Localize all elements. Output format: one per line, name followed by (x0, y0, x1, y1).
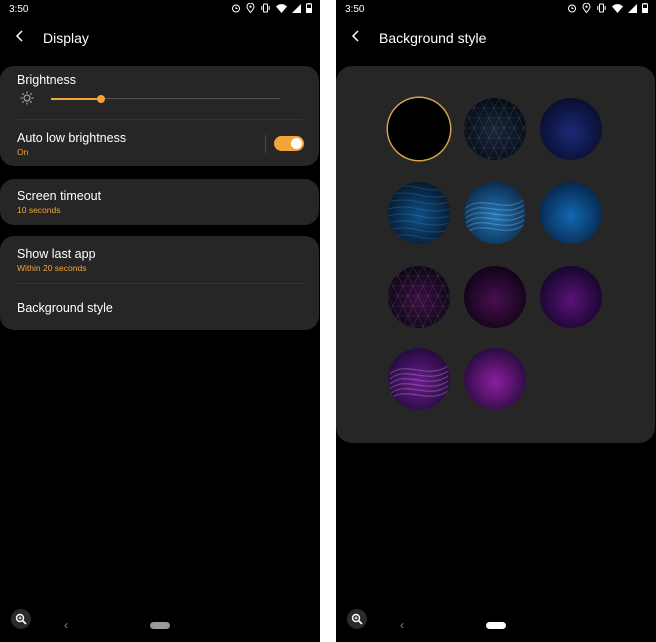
display-settings-screen: 3:50 Display Brightness Auto low brightn… (0, 0, 320, 642)
background-style-swatch-blue-ribbon[interactable] (464, 182, 526, 244)
show-last-app-label: Show last app (17, 247, 96, 261)
navigation-bar: ‹ (0, 609, 320, 642)
home-pill[interactable] (486, 622, 506, 629)
page-title: Display (43, 30, 89, 46)
auto-low-brightness-status: On (17, 147, 29, 157)
status-bar: 3:50 (336, 0, 656, 20)
screen-timeout-label: Screen timeout (17, 189, 102, 203)
background-style-swatch-magenta-triangles[interactable] (388, 266, 450, 328)
auto-low-brightness-toggle[interactable] (274, 136, 304, 151)
auto-low-brightness-row[interactable]: Auto low brightness On (17, 131, 303, 157)
home-pill[interactable] (150, 622, 170, 629)
signal-icon (292, 3, 301, 13)
magnifier-icon[interactable] (11, 609, 31, 629)
divider (17, 283, 303, 284)
background-style-swatch-black[interactable] (388, 98, 450, 160)
background-style-label: Background style (17, 301, 113, 315)
location-icon (246, 3, 255, 13)
brightness-icon (20, 91, 34, 105)
background-style-swatch-blue[interactable] (540, 182, 602, 244)
background-style-swatch-dark-magenta[interactable] (464, 266, 526, 328)
background-style-swatch-purple[interactable] (540, 266, 602, 328)
swatch-pattern (388, 185, 450, 240)
brightness-label: Brightness (17, 73, 77, 87)
swatch-pattern (465, 199, 525, 234)
navigation-bar: ‹ (336, 609, 656, 642)
screen-timeout-value: 10 seconds (17, 205, 61, 215)
alarm-icon (568, 4, 576, 13)
vibrate-icon (261, 3, 270, 13)
status-time: 3:50 (345, 4, 365, 15)
status-bar: 3:50 (0, 0, 320, 20)
location-icon (582, 3, 591, 13)
battery-icon (306, 3, 312, 13)
wifi-icon (612, 3, 623, 13)
status-time: 3:50 (9, 4, 29, 15)
app-bar: Display (0, 22, 320, 54)
toggle-divider (265, 135, 266, 153)
swatch-pattern (389, 365, 449, 400)
wifi-icon (276, 3, 287, 13)
divider (17, 119, 303, 120)
magnifier-icon[interactable] (347, 609, 367, 629)
background-style-swatch-blue-wave[interactable] (388, 182, 450, 244)
battery-icon (642, 3, 648, 13)
alarm-icon (232, 4, 240, 13)
swatch-pattern (388, 266, 450, 328)
app-bar: Background style (336, 22, 656, 54)
auto-low-brightness-label: Auto low brightness (17, 131, 127, 145)
signal-icon (628, 3, 637, 13)
background-style-swatch-purple-ribbon[interactable] (388, 348, 450, 410)
nav-back-button[interactable]: ‹ (400, 618, 404, 632)
background-style-row[interactable]: Background style (17, 301, 303, 315)
nav-back-button[interactable]: ‹ (64, 618, 68, 632)
back-arrow-icon[interactable] (12, 28, 28, 44)
toggle-knob (291, 138, 302, 149)
background-style-swatch-magenta[interactable] (464, 348, 526, 410)
swatch-pattern (464, 98, 526, 160)
brightness-row: Brightness (17, 73, 303, 87)
show-last-app-row[interactable]: Show last app Within 20 seconds (17, 247, 303, 273)
background-style-screen: 3:50 Background style ‹ (336, 0, 656, 642)
vibrate-icon (597, 3, 606, 13)
brightness-slider-fill (51, 98, 102, 100)
page-title: Background style (379, 30, 487, 46)
background-style-swatch-dark-triangles[interactable] (464, 98, 526, 160)
background-style-swatch-navy[interactable] (540, 98, 602, 160)
back-arrow-icon[interactable] (348, 28, 364, 44)
screen-timeout-row[interactable]: Screen timeout 10 seconds (17, 189, 303, 215)
show-last-app-value: Within 20 seconds (17, 263, 87, 273)
background-style-grid (336, 66, 655, 443)
